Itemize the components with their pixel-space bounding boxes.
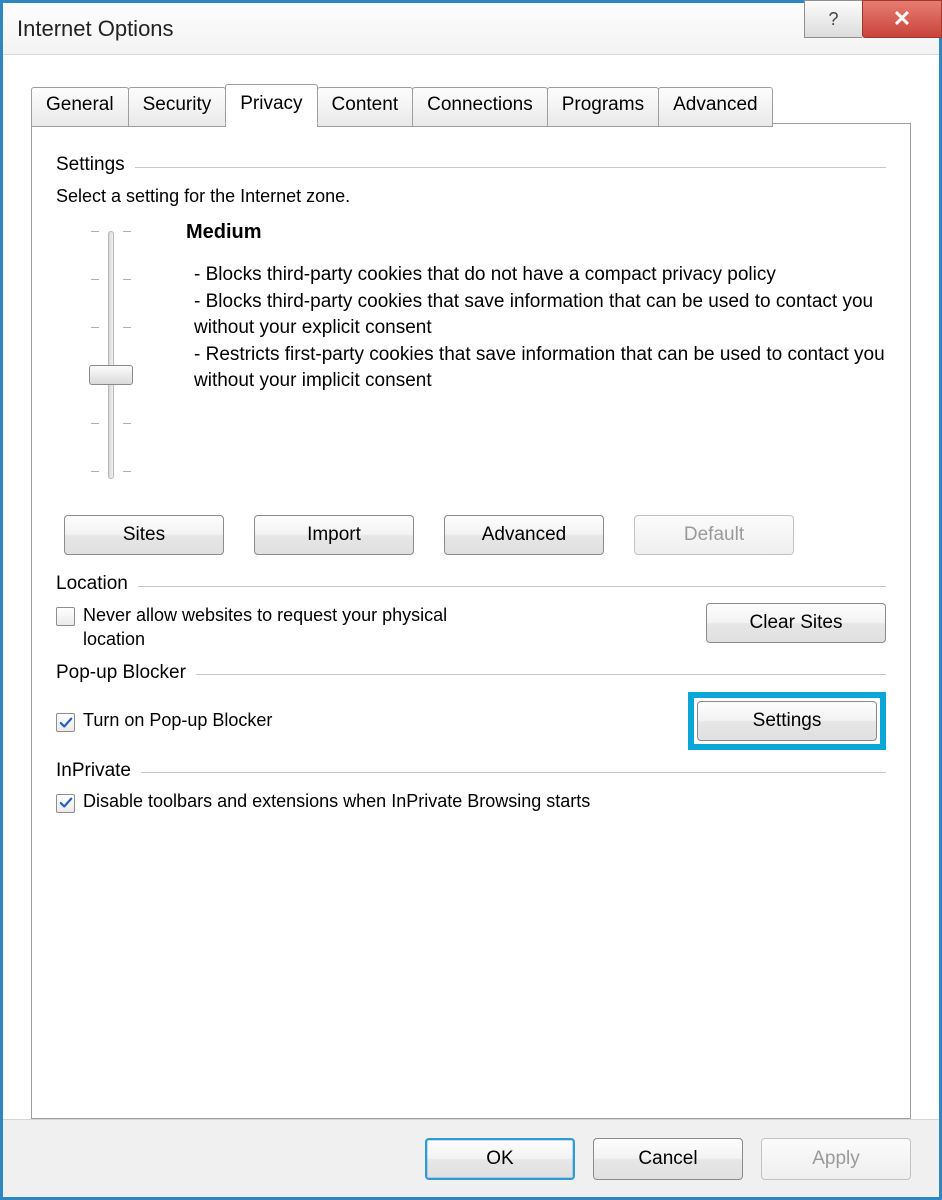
settings-description: Select a setting for the Internet zone. xyxy=(56,186,886,207)
checkmark-icon xyxy=(59,716,73,730)
import-button[interactable]: Import xyxy=(254,515,414,555)
dialog-footer: OK Cancel Apply xyxy=(3,1119,939,1197)
close-button[interactable]: ✕ xyxy=(862,0,942,38)
default-button: Default xyxy=(634,515,794,555)
tabstrip: General Security Privacy Content Connect… xyxy=(31,83,911,123)
privacy-level-slider[interactable] xyxy=(89,225,133,485)
divider xyxy=(135,167,886,168)
privacy-level-description: - Blocks third-party cookies that do not… xyxy=(194,262,886,395)
divider xyxy=(196,674,886,675)
slider-thumb[interactable] xyxy=(89,365,133,385)
divider xyxy=(138,586,886,587)
settings-group-label: Settings xyxy=(56,154,125,176)
apply-button: Apply xyxy=(761,1138,911,1180)
location-checkbox[interactable] xyxy=(56,607,75,626)
location-checkbox-label: Never allow websites to request your phy… xyxy=(83,603,513,652)
tab-general[interactable]: General xyxy=(31,87,129,127)
ok-button[interactable]: OK xyxy=(425,1138,575,1180)
popup-group-header: Pop-up Blocker xyxy=(56,662,886,684)
tab-content[interactable]: Content xyxy=(317,87,414,127)
checkmark-icon xyxy=(59,796,73,810)
tab-programs[interactable]: Programs xyxy=(547,87,659,127)
popup-settings-button[interactable]: Settings xyxy=(697,701,877,741)
privacy-tabpane: Settings Select a setting for the Intern… xyxy=(31,123,911,1119)
sites-button[interactable]: Sites xyxy=(64,515,224,555)
bullet: - Restricts first-party cookies that sav… xyxy=(194,342,886,395)
inprivate-group-header: InPrivate xyxy=(56,760,886,782)
settings-button-highlight: Settings xyxy=(688,692,886,750)
slider-track xyxy=(108,231,114,479)
tab-connections[interactable]: Connections xyxy=(412,87,548,127)
divider xyxy=(141,772,886,773)
bullet: - Blocks third-party cookies that do not… xyxy=(194,262,886,289)
clear-sites-button[interactable]: Clear Sites xyxy=(706,603,886,643)
help-button[interactable]: ? xyxy=(804,0,862,38)
popup-checkbox[interactable] xyxy=(56,713,75,732)
bullet: - Blocks third-party cookies that save i… xyxy=(194,289,886,342)
inprivate-group-label: InPrivate xyxy=(56,760,131,782)
popup-checkbox-label: Turn on Pop-up Blocker xyxy=(83,710,272,731)
content-area: General Security Privacy Content Connect… xyxy=(3,55,939,1119)
internet-options-dialog: Internet Options ? ✕ General Security Pr… xyxy=(0,0,942,1200)
close-icon: ✕ xyxy=(893,6,911,32)
tab-advanced[interactable]: Advanced xyxy=(658,87,773,127)
popup-group-label: Pop-up Blocker xyxy=(56,662,186,684)
advanced-button[interactable]: Advanced xyxy=(444,515,604,555)
settings-group-header: Settings xyxy=(56,154,886,176)
dialog-title: Internet Options xyxy=(17,16,174,42)
inprivate-checkbox-label: Disable toolbars and extensions when InP… xyxy=(83,791,590,812)
tab-security[interactable]: Security xyxy=(128,87,227,127)
titlebar: Internet Options ? ✕ xyxy=(3,3,939,55)
location-group-header: Location xyxy=(56,573,886,595)
cancel-button[interactable]: Cancel xyxy=(593,1138,743,1180)
tab-privacy[interactable]: Privacy xyxy=(225,84,317,124)
inprivate-checkbox[interactable] xyxy=(56,794,75,813)
location-group-label: Location xyxy=(56,573,128,595)
help-icon: ? xyxy=(828,9,838,30)
privacy-level-name: Medium xyxy=(186,221,886,244)
